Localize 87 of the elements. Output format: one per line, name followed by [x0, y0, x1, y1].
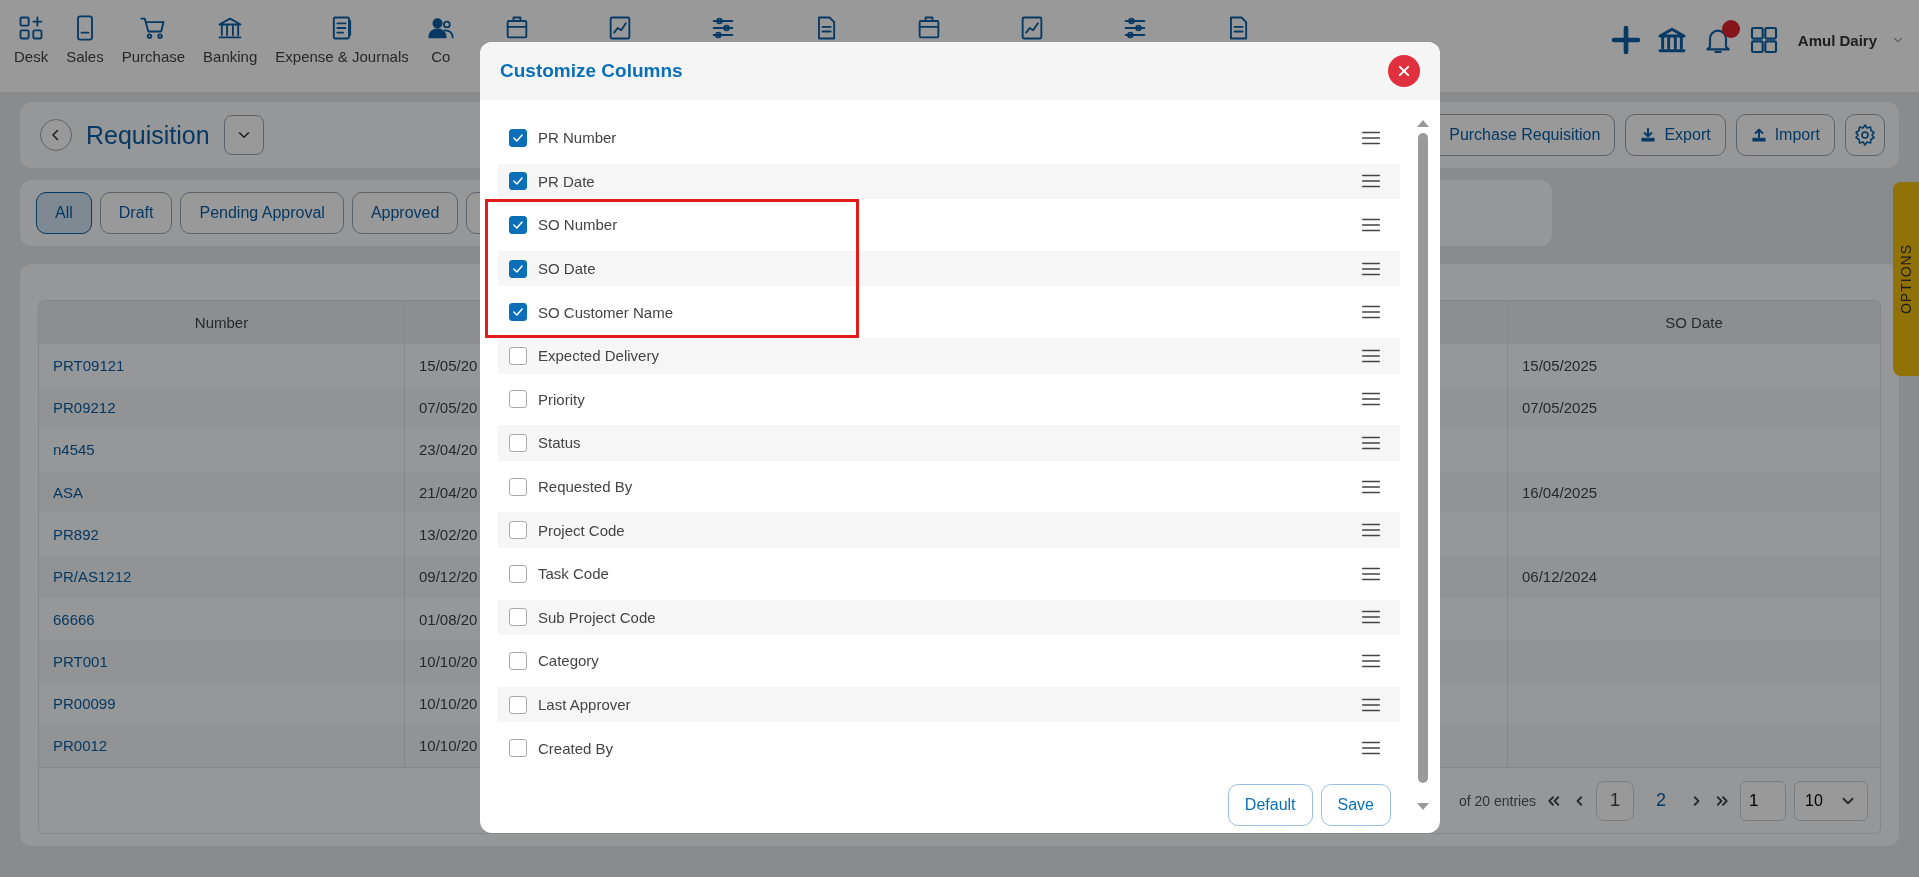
checkbox[interactable] — [509, 390, 527, 409]
table-cell: 07/05/20 — [419, 399, 478, 417]
checkbox[interactable] — [509, 259, 527, 278]
table-cell: 07/05/2025 — [1522, 399, 1598, 417]
action-button[interactable]: Import — [1735, 114, 1835, 156]
column-header[interactable]: SO Date — [1508, 301, 1880, 345]
table-cell: 16/04/2025 — [1522, 483, 1598, 501]
filter-tab[interactable]: Approved — [351, 192, 459, 234]
checkmark-icon — [511, 218, 525, 232]
checkbox[interactable] — [509, 608, 527, 627]
nav-item[interactable]: Purchase — [115, 14, 192, 65]
dialog-title: Customize Columns — [500, 60, 683, 82]
column-option[interactable]: SO Number — [498, 207, 1400, 243]
column-option[interactable]: PR Date — [498, 163, 1400, 200]
number-link[interactable]: PRT001 — [53, 652, 108, 670]
column-option[interactable]: SO Date — [498, 250, 1400, 287]
plus-icon[interactable] — [1609, 24, 1642, 56]
table-cell: 13/02/20 — [419, 526, 478, 544]
column-header[interactable]: Number — [39, 301, 405, 345]
settings-icon — [1853, 123, 1877, 147]
page-size-select[interactable]: 10 — [1794, 780, 1868, 821]
close-button[interactable] — [1388, 55, 1420, 87]
column-option[interactable]: Last Approver — [498, 686, 1400, 723]
user-name[interactable]: Amul Dairy — [1797, 31, 1877, 49]
nav-item[interactable]: Banking — [197, 14, 264, 65]
checkbox[interactable] — [509, 695, 527, 714]
table-cell: 15/05/20 — [419, 356, 478, 374]
table-cell: 23/04/20 — [419, 441, 478, 459]
column-option[interactable]: Priority — [498, 381, 1400, 418]
nav-item[interactable]: Expense & Journals — [269, 14, 415, 65]
column-option[interactable]: Requested By — [498, 468, 1400, 505]
scrollbar[interactable] — [1416, 120, 1430, 810]
number-link[interactable]: PR892 — [53, 526, 99, 544]
column-option[interactable]: Task Code — [498, 555, 1400, 592]
nav-item[interactable]: Desk — [8, 14, 55, 65]
page-button[interactable]: 2 — [1642, 780, 1680, 821]
table-cell: 06/12/2024 — [1522, 568, 1598, 586]
page-input[interactable]: 1 — [1740, 780, 1786, 821]
download-icon — [1640, 127, 1657, 143]
column-option[interactable]: Category — [498, 643, 1400, 679]
checkbox[interactable] — [509, 303, 527, 322]
number-link[interactable]: PR09212 — [53, 399, 116, 417]
filter-tab[interactable]: Pending Approval — [180, 192, 344, 234]
table-cell: 09/12/20 — [419, 568, 478, 586]
table-cell: 21/04/20 — [419, 483, 478, 501]
column-option[interactable]: Status — [498, 425, 1400, 461]
checkbox[interactable] — [509, 128, 527, 147]
dialog-button[interactable]: Save — [1320, 784, 1391, 826]
checkbox[interactable] — [509, 521, 527, 540]
table-cell: 10/10/20 — [419, 652, 478, 670]
settings-button[interactable] — [1845, 114, 1885, 156]
nav-item[interactable]: Sales — [60, 14, 110, 65]
column-option[interactable]: Created By — [498, 730, 1400, 766]
column-option[interactable]: Project Code — [498, 512, 1400, 548]
filter-tab[interactable]: All — [36, 192, 92, 234]
table-cell: 10/10/20 — [419, 695, 478, 713]
number-link[interactable]: ASA — [53, 483, 83, 501]
page-button[interactable]: 1 — [1596, 780, 1634, 821]
number-link[interactable]: PRT09121 — [53, 356, 125, 374]
checkbox[interactable] — [509, 172, 527, 191]
back-button[interactable] — [40, 119, 72, 151]
entries-info: of 20 entries — [1458, 792, 1536, 809]
nav-item[interactable]: Co — [420, 14, 461, 65]
filter-tab[interactable]: Draft — [99, 192, 173, 234]
checkbox[interactable] — [509, 564, 527, 583]
page-title: Requisition — [86, 120, 210, 150]
checkbox[interactable] — [509, 433, 527, 452]
checkbox[interactable] — [509, 346, 527, 365]
action-button[interactable]: Export — [1625, 114, 1726, 156]
checkbox[interactable] — [509, 651, 527, 670]
checkbox[interactable] — [509, 216, 527, 234]
options-tab[interactable]: OPTIONS — [1893, 182, 1919, 376]
number-link[interactable]: PR0012 — [53, 737, 108, 755]
dialog-button[interactable]: Default — [1227, 784, 1313, 826]
table-cell: 15/05/2025 — [1522, 356, 1598, 374]
number-link[interactable]: 66666 — [53, 610, 95, 628]
column-option[interactable]: Sub Project Code — [498, 599, 1400, 636]
table-cell: 01/08/20 — [419, 610, 478, 628]
number-link[interactable]: n4545 — [53, 441, 95, 459]
table-cell: 10/10/20 — [419, 737, 478, 755]
upload-icon — [1750, 127, 1767, 143]
number-link[interactable]: PR00099 — [53, 695, 116, 713]
column-option[interactable]: SO Customer Name — [498, 294, 1400, 330]
checkbox[interactable] — [509, 739, 527, 758]
number-link[interactable]: PR/AS1212 — [53, 568, 132, 586]
checkbox[interactable] — [509, 477, 527, 496]
column-option[interactable]: Expected Delivery — [498, 337, 1400, 374]
